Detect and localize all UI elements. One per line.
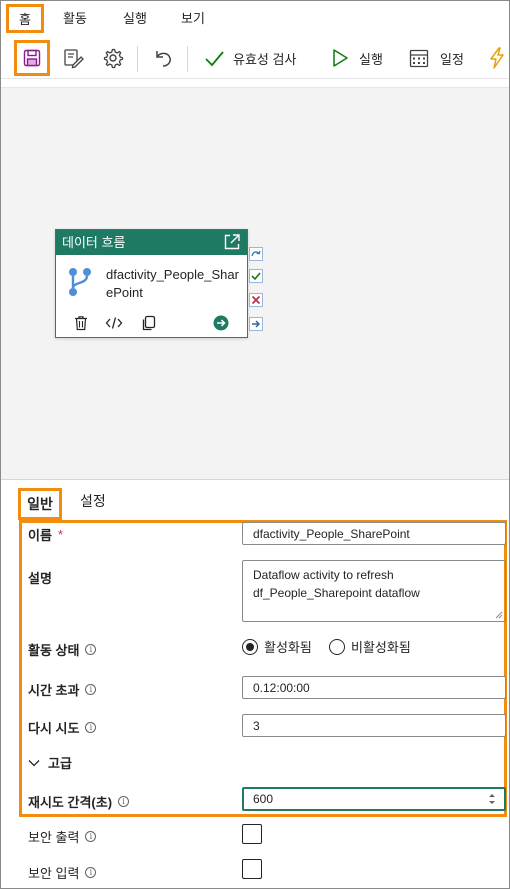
timeout-field[interactable]: 0.12:00:00 xyxy=(242,676,506,699)
radio-activated[interactable]: 활성화됨 xyxy=(242,637,312,656)
open-external-icon[interactable] xyxy=(223,233,241,251)
menu-view[interactable]: 보기 xyxy=(171,3,215,35)
advanced-label: 고급 xyxy=(48,756,72,771)
menu-activity[interactable]: 활동 xyxy=(53,3,97,35)
retry-interval-label: 재시도 간격(초) i xyxy=(28,792,130,811)
retry-label: 다시 시도 i xyxy=(28,718,97,737)
on-success-connector[interactable] xyxy=(249,269,263,283)
description-label: 설명 xyxy=(28,568,52,587)
toolbar: 유효성 검사 실행 일정 xyxy=(1,37,509,79)
delete-button[interactable] xyxy=(72,314,90,332)
card-actions xyxy=(56,314,247,334)
timeout-label-text: 시간 초과 xyxy=(28,683,80,698)
description-label-text: 설명 xyxy=(28,571,52,586)
copy-button[interactable] xyxy=(140,314,158,332)
description-field[interactable]: Dataflow activity to refresh df_People_S… xyxy=(242,560,506,622)
save-icon xyxy=(23,49,41,67)
success-check-icon xyxy=(251,272,261,281)
skip-arrow-icon xyxy=(251,250,261,257)
chevron-down-icon xyxy=(28,759,40,766)
advanced-toggle[interactable]: 고급 xyxy=(28,753,72,772)
schedule-label: 일정 xyxy=(440,51,464,67)
trigger-button[interactable] xyxy=(485,41,509,75)
run-label: 실행 xyxy=(359,51,383,67)
on-completion-connector[interactable] xyxy=(249,317,263,331)
info-icon[interactable]: i xyxy=(118,796,130,807)
name-field[interactable]: dfactivity_People_SharePoint xyxy=(242,522,506,545)
retry-interval-stepper[interactable]: 600 xyxy=(242,787,506,811)
spin-arrows-icon[interactable] xyxy=(488,792,496,806)
run-button[interactable]: 실행 xyxy=(325,41,389,75)
retry-field[interactable]: 3 xyxy=(242,714,506,737)
properties-panel: 일반 설정 이름 * dfactivity_People_SharePoint 설… xyxy=(1,479,509,888)
gear-icon xyxy=(103,48,124,69)
schedule-button[interactable]: 일정 xyxy=(402,41,470,75)
radio-activated-label: 활성화됨 xyxy=(264,640,312,655)
validate-label: 유효성 검사 xyxy=(233,51,297,67)
radio-deactivated-label: 비활성화됨 xyxy=(351,640,411,655)
save-button[interactable] xyxy=(14,40,50,76)
activity-name: dfactivity_People_SharePoint xyxy=(106,267,239,300)
required-mark: * xyxy=(57,527,63,542)
checkmark-icon xyxy=(205,51,224,67)
card-header: 데이터 흐름 xyxy=(56,230,247,255)
description-value: Dataflow activity to refresh df_People_S… xyxy=(253,568,420,600)
edit-icon xyxy=(64,49,84,69)
secure-input-label-text: 보안 입력 xyxy=(28,866,80,881)
settings-button[interactable] xyxy=(97,41,129,75)
menu-run[interactable]: 실행 xyxy=(113,3,157,35)
secure-output-label-text: 보안 출력 xyxy=(28,830,80,845)
info-icon[interactable]: i xyxy=(85,831,97,842)
retry-interval-value: 600 xyxy=(253,792,274,806)
info-icon[interactable]: i xyxy=(85,684,97,695)
lightning-icon xyxy=(490,47,504,69)
trash-icon xyxy=(75,316,87,331)
copy-icon xyxy=(142,315,156,331)
go-to-dataflow-button[interactable] xyxy=(212,314,230,332)
info-icon[interactable]: i xyxy=(85,722,97,733)
validate-button[interactable]: 유효성 검사 xyxy=(197,41,302,75)
retry-label-text: 다시 시도 xyxy=(28,721,80,736)
secure-output-checkbox[interactable] xyxy=(242,824,262,844)
secure-input-checkbox[interactable] xyxy=(242,859,262,879)
on-skip-connector[interactable] xyxy=(249,247,263,261)
undo-button[interactable] xyxy=(147,41,179,75)
play-icon xyxy=(333,49,348,67)
code-button[interactable] xyxy=(105,314,123,332)
secure-input-label: 보안 입력 i xyxy=(28,863,97,882)
retry-interval-label-text: 재시도 간격(초) xyxy=(28,795,113,810)
activity-state-label-text: 활동 상태 xyxy=(28,643,80,658)
on-fail-connector[interactable] xyxy=(249,293,263,307)
calendar-icon xyxy=(409,49,429,68)
fail-x-icon xyxy=(251,295,261,305)
info-icon[interactable]: i xyxy=(85,867,97,878)
name-label-text: 이름 xyxy=(28,528,52,543)
edit-json-button[interactable] xyxy=(57,41,89,75)
timeout-label: 시간 초과 i xyxy=(28,680,97,699)
menu-home[interactable]: 홈 xyxy=(6,4,44,33)
card-header-label: 데이터 흐름 xyxy=(62,235,126,250)
menu-bar: 홈 활동 실행 보기 xyxy=(1,1,509,37)
pipeline-editor-window: 홈 활동 실행 보기 유효성 검사 실행 일정 데이터 흐름 dfactivit… xyxy=(0,0,510,889)
dataflow-activity-card[interactable]: 데이터 흐름 dfactivity_People_SharePoint xyxy=(55,229,248,338)
info-icon[interactable]: i xyxy=(85,644,97,655)
resize-grip-icon[interactable] xyxy=(495,611,503,619)
dataflow-icon xyxy=(69,268,91,296)
toolbar-divider xyxy=(137,46,138,72)
secure-output-label: 보안 출력 i xyxy=(28,827,97,846)
card-body: dfactivity_People_SharePoint xyxy=(56,255,247,337)
completion-arrow-icon xyxy=(252,320,261,328)
tab-general[interactable]: 일반 xyxy=(18,488,62,520)
radio-deactivated[interactable]: 비활성화됨 xyxy=(329,637,411,656)
activity-state-label: 활동 상태 i xyxy=(28,640,97,659)
name-label: 이름 * xyxy=(28,525,63,544)
radio-button[interactable] xyxy=(329,638,345,655)
undo-icon xyxy=(156,51,171,67)
toolbar-divider xyxy=(187,46,188,72)
code-icon xyxy=(105,317,123,329)
tab-settings[interactable]: 설정 xyxy=(80,488,106,520)
radio-button-selected[interactable] xyxy=(242,638,258,655)
arrow-right-circle-icon xyxy=(213,315,229,331)
